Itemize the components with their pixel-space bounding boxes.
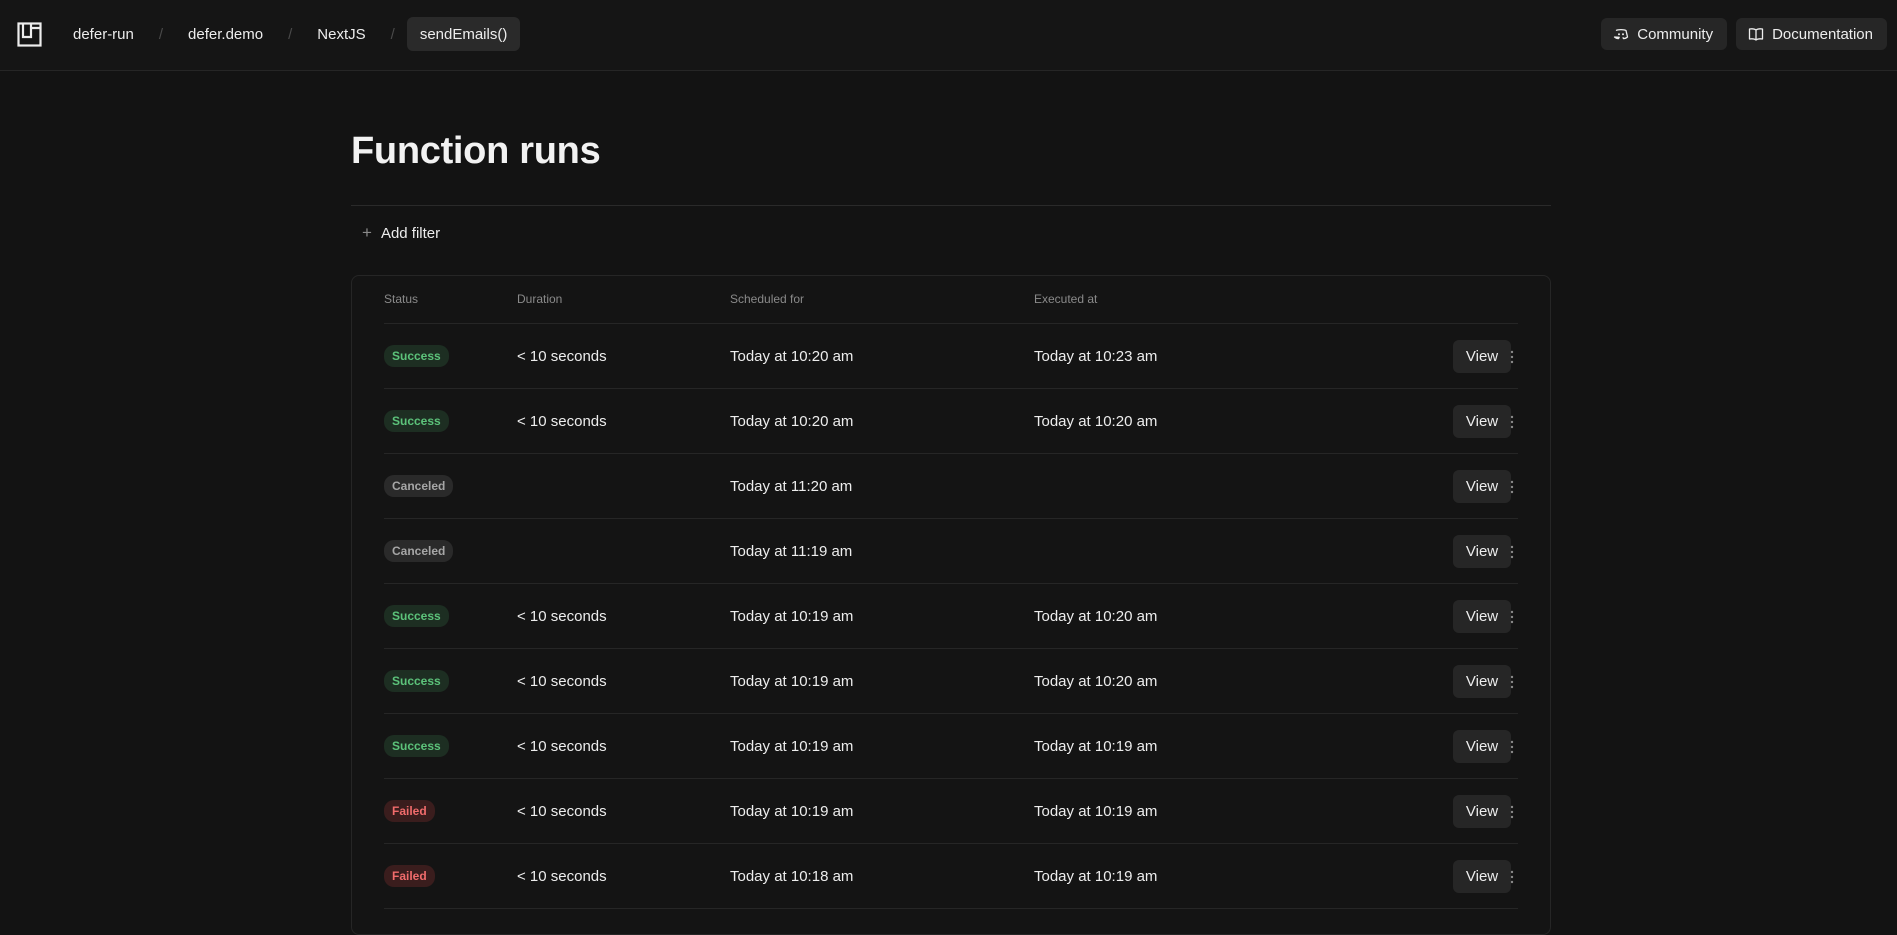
status-cell: Success xyxy=(384,324,449,388)
executed-cell: Today at 10:19 am xyxy=(1034,737,1158,755)
executed-cell: Today at 10:19 am xyxy=(1034,802,1158,820)
executed-cell: Today at 10:19 am xyxy=(1034,867,1158,885)
table-row[interactable]: Failed < 10 seconds Today at 10:19 am Today… xyxy=(384,779,1518,844)
scheduled-cell: Today at 11:19 am xyxy=(730,542,853,560)
column-header-executed: Executed at xyxy=(1034,292,1098,306)
discord-icon xyxy=(1614,28,1629,40)
more-vertical-icon[interactable] xyxy=(1501,801,1523,823)
status-cell: Success xyxy=(384,714,449,778)
more-vertical-icon[interactable] xyxy=(1501,541,1523,563)
table-row[interactable]: Failed < 10 seconds Today at 10:18 am Today… xyxy=(384,844,1518,909)
plus-icon: + xyxy=(362,223,372,242)
add-filter-label: Add filter xyxy=(380,224,441,242)
breadcrumb-separator: / xyxy=(158,25,164,43)
documentation-button[interactable]: Documentation xyxy=(1736,18,1887,50)
documentation-button-label: Documentation xyxy=(1772,25,1873,43)
status-badge: Success xyxy=(384,735,449,757)
status-cell: Failed xyxy=(384,844,435,908)
executed-cell: Today at 10:20 am xyxy=(1034,412,1158,430)
status-badge: Canceled xyxy=(384,475,454,497)
status-badge: Success xyxy=(384,410,449,432)
table-row[interactable]: Success < 10 seconds Today at 10:20 am Toda… xyxy=(384,324,1518,389)
status-cell: Success xyxy=(384,389,449,453)
column-header-status: Status xyxy=(384,292,419,306)
community-button[interactable]: Community xyxy=(1601,18,1728,50)
more-vertical-icon[interactable] xyxy=(1501,476,1523,498)
status-badge: Failed xyxy=(384,865,435,887)
breadcrumb-item-org[interactable]: defer-run xyxy=(60,17,147,51)
header-actions: Community Documentation xyxy=(1601,18,1887,50)
title-divider xyxy=(351,205,1551,206)
table-header: Status Duration Scheduled for Executed a… xyxy=(384,276,1518,324)
more-vertical-icon[interactable] xyxy=(1501,671,1523,693)
more-vertical-icon[interactable] xyxy=(1501,866,1523,888)
table-row[interactable]: Success < 10 seconds Today at 10:19 am Toda… xyxy=(384,649,1518,714)
duration-cell: < 10 seconds xyxy=(517,607,607,625)
more-vertical-icon[interactable] xyxy=(1501,346,1523,368)
defer-logo-icon[interactable] xyxy=(17,22,42,47)
breadcrumb-separator: / xyxy=(390,25,395,43)
column-header-scheduled: Scheduled for xyxy=(730,292,805,306)
executed-cell: Today at 10:20 am xyxy=(1034,672,1158,690)
duration-cell: < 10 seconds xyxy=(517,672,607,690)
top-navigation-bar: defer-run / defer.demo / NextJS / sendEm… xyxy=(0,0,1897,71)
status-badge: Canceled xyxy=(384,540,454,562)
duration-cell: < 10 seconds xyxy=(517,867,607,885)
status-cell: Success xyxy=(384,584,449,648)
breadcrumb-item-app[interactable]: NextJS xyxy=(304,17,378,51)
status-cell: Failed xyxy=(384,779,435,843)
scheduled-cell: Today at 10:19 am xyxy=(730,802,854,820)
scheduled-cell: Today at 10:20 am xyxy=(730,412,854,430)
status-badge: Success xyxy=(384,345,449,367)
scheduled-cell: Today at 10:19 am xyxy=(730,737,854,755)
column-header-duration: Duration xyxy=(517,292,563,306)
book-icon xyxy=(1748,28,1764,41)
scheduled-cell: Today at 10:19 am xyxy=(730,672,854,690)
table-row[interactable]: Canceled Today at 11:19 am View xyxy=(384,519,1518,584)
breadcrumb-separator: / xyxy=(288,25,293,43)
breadcrumb: defer-run / defer.demo / NextJS / sendEm… xyxy=(60,17,521,51)
duration-cell: < 10 seconds xyxy=(517,412,607,430)
table-row[interactable]: Success < 10 seconds Today at 10:19 am Toda… xyxy=(384,584,1518,649)
status-cell: Canceled xyxy=(384,519,454,583)
community-button-label: Community xyxy=(1637,25,1714,43)
status-badge: Success xyxy=(384,670,449,692)
scheduled-cell: Today at 10:18 am xyxy=(730,867,854,885)
table-row[interactable]: Success < 10 seconds Today at 10:19 am Toda… xyxy=(384,714,1518,779)
duration-cell: < 10 seconds xyxy=(517,737,607,755)
scheduled-cell: Today at 10:19 am xyxy=(730,607,854,625)
more-vertical-icon[interactable] xyxy=(1501,736,1523,758)
executed-cell: Today at 10:20 am xyxy=(1034,607,1158,625)
function-runs-table: Status Duration Scheduled for Executed a… xyxy=(351,275,1551,935)
executed-cell: Today at 10:23 am xyxy=(1034,347,1158,365)
scheduled-cell: Today at 11:20 am xyxy=(730,477,853,495)
table-row[interactable]: Success < 10 seconds Today at 10:20 am Toda… xyxy=(384,389,1518,454)
add-filter-button[interactable]: + Add filter xyxy=(362,221,440,245)
status-cell: Success xyxy=(384,649,449,713)
scheduled-cell: Today at 10:20 am xyxy=(730,347,854,365)
breadcrumb-item-function[interactable]: sendEmails() xyxy=(406,17,521,51)
duration-cell: < 10 seconds xyxy=(517,347,607,365)
status-badge: Success xyxy=(384,605,449,627)
status-badge: Failed xyxy=(384,800,435,822)
status-cell: Canceled xyxy=(384,454,454,518)
more-vertical-icon[interactable] xyxy=(1501,411,1523,433)
more-vertical-icon[interactable] xyxy=(1501,606,1523,628)
page-title: Function runs xyxy=(351,130,601,172)
breadcrumb-item-project[interactable]: defer.demo xyxy=(175,17,276,51)
table-row[interactable]: Canceled Today at 11:20 am View xyxy=(384,454,1518,519)
duration-cell: < 10 seconds xyxy=(517,802,607,820)
